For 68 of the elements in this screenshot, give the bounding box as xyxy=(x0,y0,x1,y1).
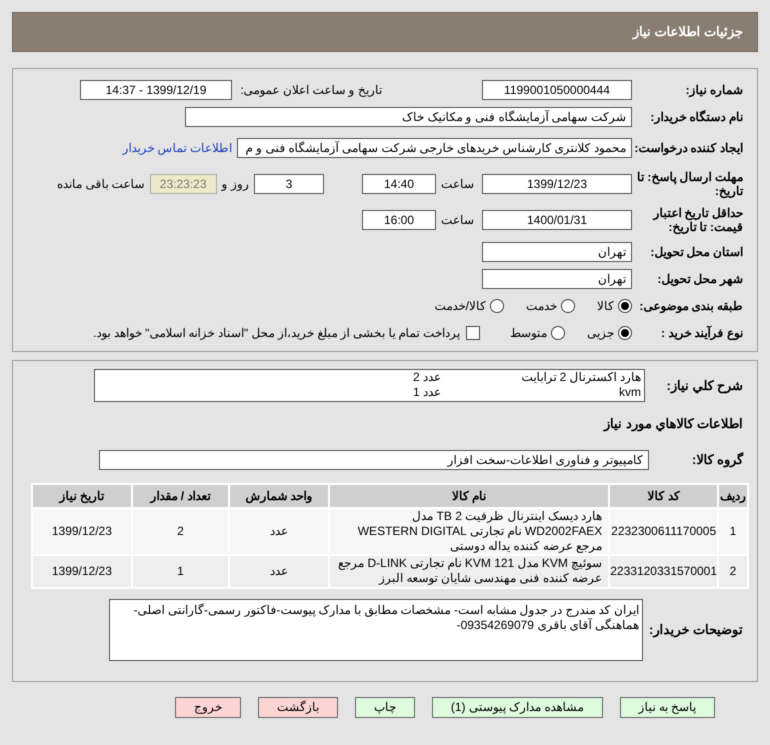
table-cell: 2 xyxy=(718,554,748,588)
action-button[interactable]: چاپ xyxy=(354,696,415,718)
column-header: ردیف xyxy=(718,484,748,508)
input-field[interactable]: تهران xyxy=(482,242,632,262)
input-field[interactable]: تهران xyxy=(482,268,632,288)
field-label: ایجاد کننده درخواست: xyxy=(633,141,744,155)
field-label: شرح کلي نياز: xyxy=(665,376,744,396)
input-field[interactable]: 1399/12/23 xyxy=(482,174,632,194)
input-field[interactable]: 1400/01/31 xyxy=(482,210,632,230)
radio-button[interactable] xyxy=(490,298,504,312)
field-label: جزیی xyxy=(587,324,614,342)
checkbox[interactable] xyxy=(466,326,480,340)
action-button[interactable]: مشاهده مدارک پیوستی (1) xyxy=(432,696,603,718)
column-header: تاریخ نیاز xyxy=(32,484,132,508)
item-text: kvm xyxy=(618,385,641,400)
input-field[interactable]: 3 xyxy=(254,174,324,194)
field-label: پرداخت تمام یا بخشی از مبلغ خرید،از محل "اسناد خزانه اسلامی" خواهد بود. xyxy=(93,324,460,342)
field-label: شماره نیاز: xyxy=(684,82,744,96)
field-label: تاریخ و ساعت اعلان عمومی: xyxy=(239,82,382,98)
input-field[interactable]: محمود کلانتری کارشناس خریدهای خارجی شرکت سهامی آزمایشگاه فنی و م xyxy=(237,138,632,158)
field-label: شهر محل تحویل: xyxy=(656,272,744,286)
column-header: واحد شمارش xyxy=(229,484,329,508)
field-label: ساعت xyxy=(444,176,474,193)
input-field[interactable]: شرکت سهامی آزمایشگاه فنی و مکانیک خاک xyxy=(185,106,632,126)
input-field[interactable]: 1199001050000444 xyxy=(482,80,632,100)
table-cell: 1399/12/23 xyxy=(32,554,132,588)
input-field[interactable]: 1399/12/19 - 14:37 xyxy=(80,80,232,100)
field-label: روز و xyxy=(222,176,249,193)
field-label: نام دستگاه خریدار: xyxy=(649,110,744,124)
table-cell: 1 xyxy=(718,508,748,554)
field-label: کالا xyxy=(597,298,614,314)
action-button[interactable]: خروج xyxy=(174,696,241,718)
field-label: طبقه بندی موضوعی: xyxy=(638,298,744,312)
quantity-text: عدد 2 xyxy=(412,370,441,385)
radio-button[interactable] xyxy=(561,298,575,312)
table-cell: 2233120331570001 xyxy=(609,554,718,588)
field-label: ساعت باقی مانده xyxy=(56,176,145,193)
section-heading: اطلاعات کالاهاي مورد نياز xyxy=(602,415,744,434)
item-text: هارد اکسترنال 2 ترابایت xyxy=(520,370,641,385)
field-label: گروه کالا: xyxy=(691,450,744,470)
radio-button[interactable] xyxy=(618,298,632,312)
table-cell: سوئیچ KVM مدل KVM 121 نام تجارتی D-LINK مرجع عرضه کننده فنی مهندسی شایان توسعه البرز xyxy=(328,554,610,588)
field-label: خدمت xyxy=(526,298,557,314)
field-label: متوسط xyxy=(510,324,547,342)
table-cell: عدد xyxy=(229,554,329,588)
quantity-text: عدد 1 xyxy=(412,385,441,400)
remaining-time: 23:23:23 xyxy=(150,174,217,194)
radio-button[interactable] xyxy=(551,326,565,340)
column-header: تعداد / مقدار xyxy=(132,484,230,508)
field-label: مهلت ارسال پاسخ: تا تاریخ: xyxy=(636,170,744,198)
field-label: نوع فرآیند خرید : xyxy=(660,326,744,340)
buyer-contact-link[interactable]: اطلاعات تماس خریدار xyxy=(122,139,232,157)
column-header: کد کالا xyxy=(609,484,718,508)
input-field[interactable]: کامپیوتر و فناوری اطلاعات-سخت افزار xyxy=(99,450,649,470)
input-field[interactable]: 16:00 xyxy=(362,210,436,230)
action-button[interactable]: پاسخ به نیاز xyxy=(620,696,716,718)
field-label: توضیحات خریدار: xyxy=(648,620,744,640)
notes-box: ایران کد مندرج در جدول مشابه است- مشخصات مطابق با مدارک پیوست-فاکتور رسمی-گارانتی اصلی-هماهنگی آقای باقری 09354269079- xyxy=(109,598,643,660)
field-label: ساعت xyxy=(444,212,474,229)
table-cell: 1 xyxy=(132,554,230,588)
action-button[interactable]: بازگشت xyxy=(258,696,338,718)
column-header: نام کالا xyxy=(328,484,610,508)
field-label: استان محل تحویل: xyxy=(649,244,744,258)
field-label: کالا/خدمت xyxy=(434,298,486,314)
radio-button[interactable] xyxy=(618,326,632,340)
page-title: جزئیات اطلاعات نیاز xyxy=(632,23,743,42)
input-field[interactable]: 14:40 xyxy=(362,174,436,194)
field-label: حداقل تاریخ اعتبار قیمت: تا تاریخ: xyxy=(652,206,744,234)
